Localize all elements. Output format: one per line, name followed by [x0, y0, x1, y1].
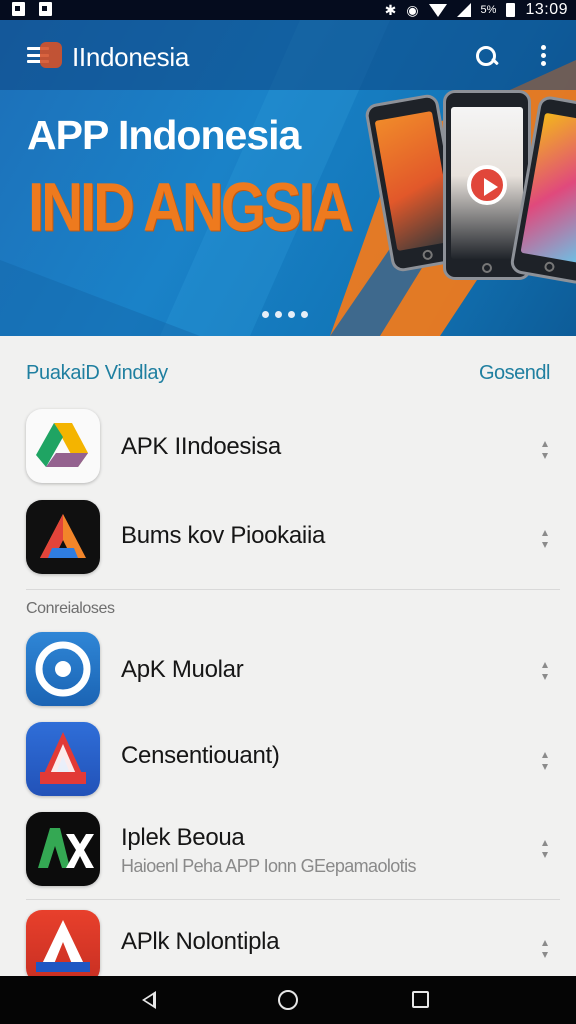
app-bar-title: IIndonesia — [72, 42, 189, 72]
ax-logo-icon — [26, 812, 100, 886]
app-description: Haioenl Peha APP Ionn GEepamaolotis — [121, 856, 416, 876]
more-options-icon[interactable] — [541, 940, 549, 962]
app-bar: IIndonesia — [0, 20, 576, 90]
app-name: APK IIndoesisa — [121, 433, 281, 460]
home-icon[interactable] — [278, 990, 298, 1010]
overflow-menu-icon[interactable] — [541, 45, 547, 69]
banner-page-indicator — [262, 311, 308, 318]
photo-icon — [39, 2, 52, 16]
battery-text: 5% — [480, 4, 497, 16]
app-logo-icon — [40, 42, 62, 68]
page-dot[interactable] — [301, 311, 308, 318]
alarm-icon: ◉ — [406, 2, 419, 18]
wifi-icon — [428, 3, 447, 17]
list-item[interactable]: Censentiouant) — [0, 722, 576, 808]
alicia-a-icon — [26, 722, 100, 796]
google-drive-style-icon — [26, 409, 100, 483]
more-options-icon[interactable] — [541, 662, 549, 684]
battery-icon — [506, 3, 516, 17]
list-divider — [26, 899, 560, 900]
hero-banner[interactable]: IIndonesia APP Indonesia INID ANGSIA — [0, 20, 576, 336]
section-title: PuakaiD Vindlay — [26, 362, 168, 384]
list-item[interactable]: Iplek Beoua Haioenl Peha APP Ionn GEepam… — [0, 812, 576, 898]
section-label: Conreialoses — [26, 600, 115, 617]
status-notifications — [12, 2, 52, 16]
app-screen: ✱ ◉ 5% 13:09 IIndonesia APP Indonesia IN… — [0, 0, 576, 1024]
more-options-icon[interactable] — [541, 441, 549, 463]
system-navigation-bar — [0, 976, 576, 1024]
more-options-icon[interactable] — [541, 840, 549, 862]
page-dot[interactable] — [262, 311, 269, 318]
list-item[interactable]: ApK Muolar — [0, 632, 576, 718]
signal-icon — [456, 3, 471, 17]
app-name: APlk Nolontipla — [121, 928, 280, 955]
featured-section-header: PuakaiD Vindlay Gosendl — [0, 362, 576, 392]
target-ring-icon — [26, 632, 100, 706]
triangle-a-dark-icon — [26, 500, 100, 574]
red-a-icon — [26, 910, 100, 984]
page-dot[interactable] — [288, 311, 295, 318]
section-action-link[interactable]: Gosendl — [479, 362, 551, 385]
back-icon[interactable] — [142, 991, 156, 1009]
app-name: Censentiouant) — [121, 742, 280, 769]
recents-icon[interactable] — [412, 991, 429, 1008]
play-icon — [467, 164, 507, 205]
banner-subtitle: INID ANGSIA — [28, 169, 354, 246]
status-indicators: ✱ ◉ 5% 13:09 — [385, 1, 568, 19]
status-bar: ✱ ◉ 5% 13:09 — [0, 0, 576, 20]
section-divider — [26, 589, 560, 590]
list-item[interactable]: APK IIndoesisa — [0, 409, 576, 495]
list-item[interactable]: Bums kov Piookaiia — [0, 500, 576, 586]
app-name: Bums kov Piookaiia — [121, 522, 326, 549]
page-dot[interactable] — [275, 311, 282, 318]
search-icon[interactable] — [476, 46, 500, 70]
more-options-icon[interactable] — [541, 530, 549, 552]
app-name: Iplek Beoua — [121, 824, 245, 851]
status-time: 13:09 — [525, 1, 568, 18]
image-icon — [12, 2, 25, 16]
more-options-icon[interactable] — [541, 752, 549, 774]
app-name: ApK Muolar — [121, 656, 244, 683]
bluetooth-icon: ✱ — [384, 2, 397, 18]
banner-title: APP Indonesia — [27, 112, 301, 158]
